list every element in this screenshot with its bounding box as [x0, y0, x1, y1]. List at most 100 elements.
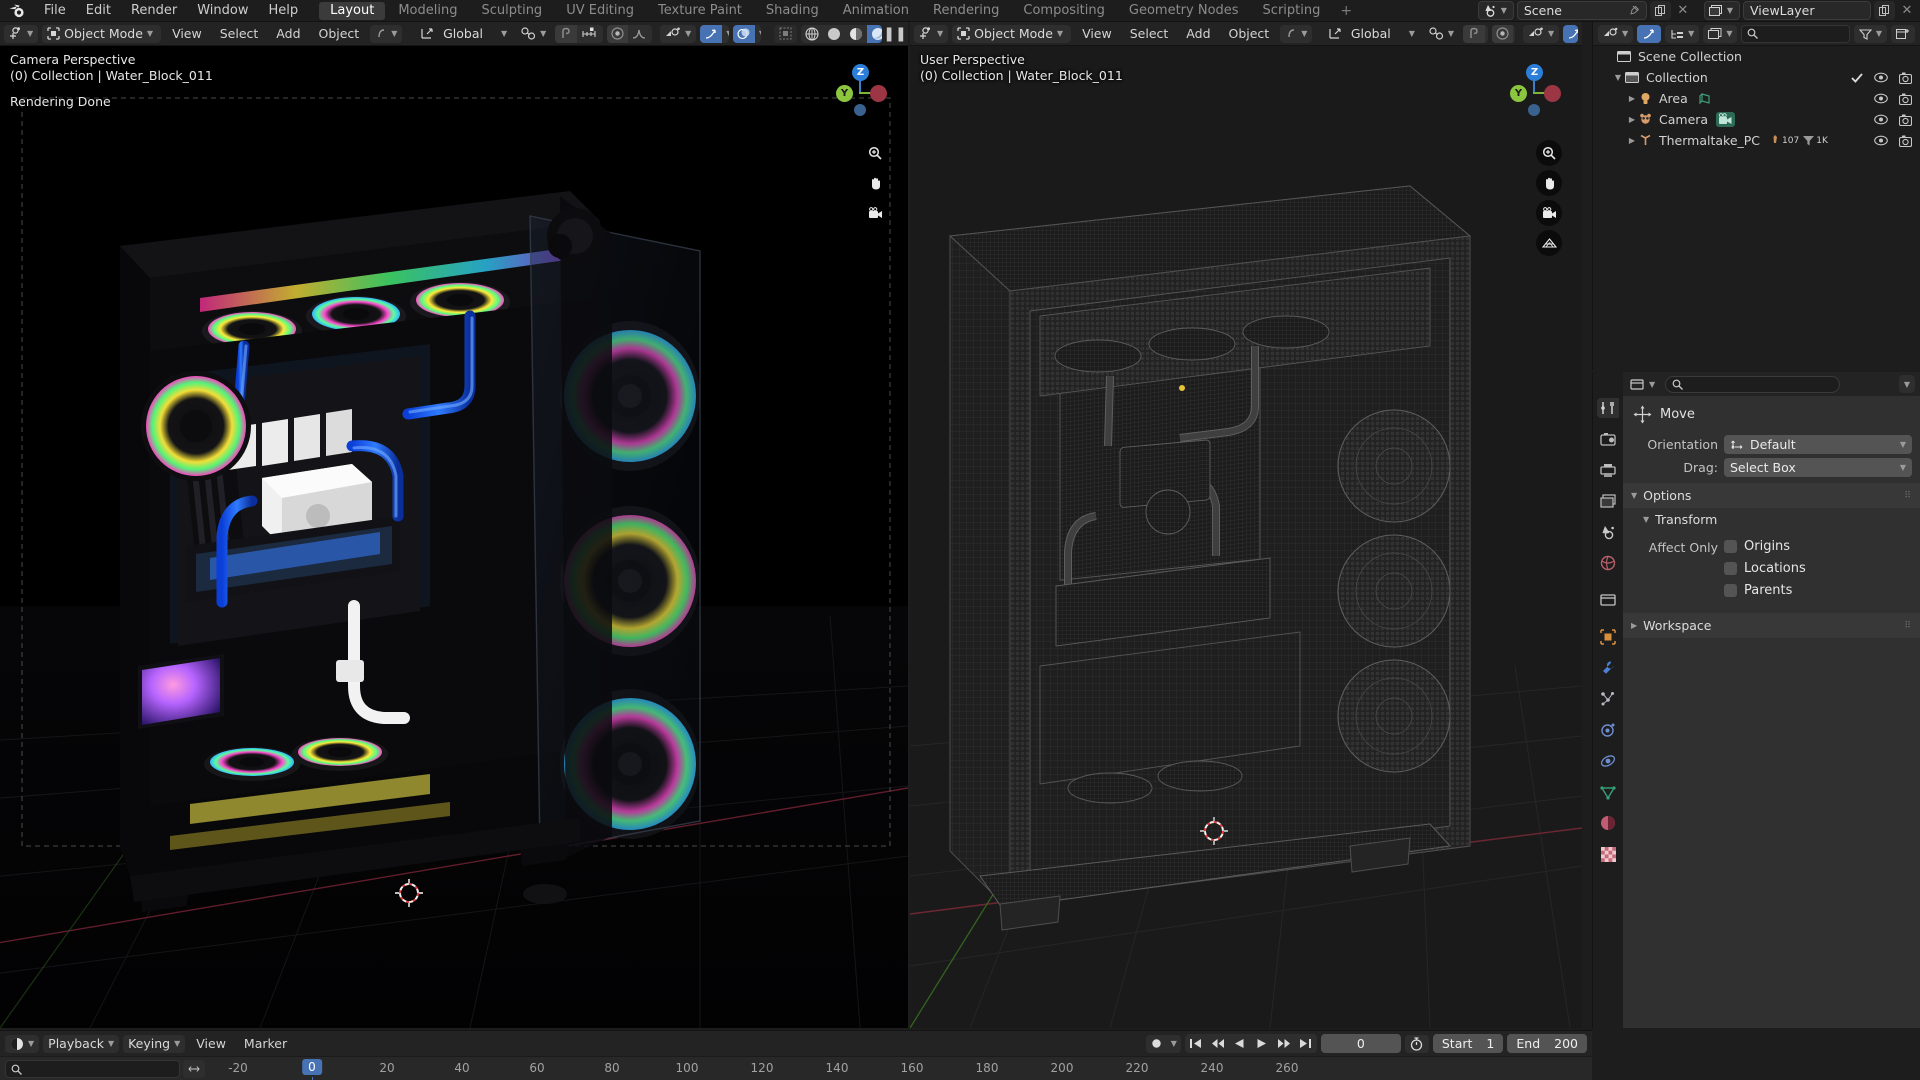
parents-checkbox-row[interactable]: Parents — [1724, 581, 1806, 600]
editor-type-button[interactable]: ▼ — [4, 24, 39, 43]
transform-subpanel-header[interactable]: ▼ Transform — [1623, 508, 1920, 531]
zoom-icon-right[interactable] — [1536, 140, 1562, 166]
outliner-filter-toggle[interactable] — [1637, 24, 1662, 43]
properties-tab-world[interactable] — [1597, 553, 1619, 573]
outliner-row-scene-collection[interactable]: Scene Collection — [1593, 46, 1920, 67]
gizmo-axis-y-right[interactable]: Y — [1510, 85, 1527, 102]
stopwatch-icon[interactable] — [1404, 1034, 1429, 1053]
workspace-tab-geometry-nodes[interactable]: Geometry Nodes — [1118, 2, 1250, 20]
gizmo-axis-z-right[interactable]: Z — [1526, 64, 1543, 81]
viewport-left-menu-add[interactable]: Add — [269, 26, 307, 41]
camera-icon[interactable] — [862, 200, 888, 226]
jump-to-start-button[interactable] — [1185, 1034, 1207, 1053]
transform-orientation-icon[interactable] — [415, 25, 439, 43]
proportional-edit-toggle[interactable] — [606, 24, 628, 43]
new-viewlayer-button[interactable] — [1874, 1, 1895, 20]
snap-toggle-button-right[interactable] — [1463, 24, 1486, 43]
horizontal-resize-icon[interactable] — [183, 1060, 205, 1078]
pin-icon[interactable] — [1629, 5, 1640, 16]
navigation-gizmo-left[interactable]: Z Y — [830, 58, 892, 120]
properties-editor-type-button[interactable]: ▼ — [1628, 375, 1660, 393]
new-collection-icon[interactable] — [1891, 24, 1915, 43]
viewport-left[interactable]: Camera Perspective (0) Collection | Wate… — [0, 46, 908, 1028]
workspace-panel-header[interactable]: ▶ Workspace ⠿ — [1623, 613, 1920, 638]
outliner-row-thermaltake-pc[interactable]: ▶ Thermaltake_PC 107 1K — [1593, 130, 1920, 151]
viewport-right[interactable]: User Perspective (0) Collection | Water_… — [910, 46, 1582, 1028]
play-reverse-button[interactable] — [1229, 1034, 1251, 1053]
workspace-tab-scripting[interactable]: Scripting — [1252, 2, 1332, 20]
eye-icon[interactable] — [1874, 72, 1888, 83]
menu-help[interactable]: Help — [259, 0, 309, 22]
gizmo-axis-z[interactable]: Z — [852, 64, 869, 81]
snap-to-button-right[interactable] — [1485, 25, 1488, 43]
locations-checkbox-row[interactable]: Locations — [1724, 559, 1806, 578]
gizmo-axis-neg-z[interactable] — [854, 104, 866, 116]
proportional-edit-toggle-right[interactable] — [1491, 24, 1513, 43]
properties-options-button[interactable]: ▼ — [1898, 375, 1915, 393]
menu-edit[interactable]: Edit — [76, 0, 121, 22]
outliner-row-collection[interactable]: ▼ Collection — [1593, 67, 1920, 88]
transform-orientation-selector[interactable]: Global ▼ — [443, 25, 512, 43]
timeline-ruler[interactable]: -20 0 20 40 60 80 100 120 140 160 180 20… — [0, 1056, 1592, 1080]
options-panel-header[interactable]: ▼ Options ⠿ — [1623, 483, 1920, 508]
properties-tab-collection[interactable] — [1597, 590, 1619, 610]
hand-icon-right[interactable] — [1536, 170, 1562, 196]
eye-icon[interactable] — [1874, 93, 1888, 104]
object-mode-selector[interactable]: Object Mode ▼ — [42, 24, 162, 43]
properties-tab-data[interactable] — [1597, 782, 1619, 802]
camera-render-icon[interactable] — [1899, 114, 1912, 126]
chevron-down-icon[interactable]: ▼ — [650, 25, 652, 43]
transform-orientation-icon-right[interactable] — [1323, 25, 1347, 43]
shading-solid-button[interactable] — [823, 25, 845, 43]
viewport-right-menu-select[interactable]: Select — [1123, 26, 1176, 41]
zoom-icon[interactable] — [862, 140, 888, 166]
origins-checkbox[interactable] — [1724, 540, 1737, 553]
properties-tab-physics[interactable] — [1597, 720, 1619, 740]
workspace-tab-modeling[interactable]: Modeling — [387, 2, 468, 20]
jump-to-end-button[interactable] — [1295, 1034, 1317, 1053]
viewport-left-menu-view[interactable]: View — [165, 26, 209, 41]
playhead-frame-indicator[interactable]: 0 — [302, 1059, 322, 1075]
play-button[interactable] — [1251, 1034, 1273, 1053]
workspace-tab-layout[interactable]: Layout — [319, 1, 386, 20]
falloff-type-button-right[interactable] — [1513, 25, 1515, 43]
overlays-dropdown[interactable]: ▼ — [660, 24, 697, 43]
checkbox-icon[interactable] — [1851, 72, 1863, 84]
expander-right-icon[interactable]: ▶ — [1625, 94, 1639, 103]
parents-checkbox[interactable] — [1724, 584, 1737, 597]
viewport-right-menu-add[interactable]: Add — [1179, 26, 1217, 41]
outliner-display-mode[interactable]: ▼ — [1665, 24, 1700, 43]
timeline-menu-view[interactable]: View — [189, 1036, 233, 1051]
chevron-down-icon[interactable]: ▼ — [755, 25, 762, 43]
properties-search-input[interactable] — [1665, 375, 1841, 393]
snap-to-button[interactable] — [577, 25, 601, 43]
remove-scene-button[interactable]: ✕ — [1674, 3, 1692, 18]
timeline-menu-playback[interactable]: Playback ▼ — [43, 1034, 120, 1053]
filter-icon[interactable]: ▼ — [1853, 24, 1887, 43]
orientation-dropdown[interactable]: Default ▼ — [1724, 435, 1912, 454]
show-gizmo-toggle-right[interactable] — [1563, 24, 1578, 43]
menu-render[interactable]: Render — [121, 0, 187, 22]
outliner-row-camera[interactable]: ▶ Camera — [1593, 109, 1920, 130]
snap-toggle-button[interactable] — [555, 24, 578, 43]
panel-drag-handle[interactable]: ⠿ — [1904, 621, 1912, 631]
panel-drag-handle[interactable]: ⠿ — [1904, 491, 1912, 501]
outliner-editor-type-button[interactable]: ▼ — [1598, 24, 1634, 43]
gizmo-axis-x[interactable] — [870, 85, 887, 102]
grid-icon[interactable] — [1536, 230, 1562, 256]
gizmo-axis-neg-z-right[interactable] — [1528, 104, 1540, 116]
timeline-menu-keying[interactable]: Keying ▼ — [123, 1034, 186, 1053]
timeline-search-input[interactable] — [5, 1060, 180, 1078]
viewport-right-menu-object[interactable]: Object — [1222, 26, 1277, 41]
workspace-tab-uv-editing[interactable]: UV Editing — [555, 2, 645, 20]
outliner-search-input[interactable] — [1741, 24, 1850, 43]
chevron-down-icon[interactable]: ▼ — [601, 25, 603, 43]
transform-orientation-selector-right[interactable]: Global ▼ — [1351, 25, 1420, 43]
timeline-editor-type-button[interactable]: ▼ — [5, 1034, 40, 1053]
light-data-icon[interactable] — [1696, 91, 1715, 106]
pause-render-button[interactable]: ❚❚ — [883, 26, 906, 42]
eye-icon[interactable] — [1874, 114, 1888, 125]
viewlayer-selector[interactable]: ▼ — [1703, 1, 1740, 20]
outliner-view-layer-button[interactable]: ▼ — [1703, 24, 1738, 43]
shading-rendered-button[interactable] — [867, 24, 882, 43]
